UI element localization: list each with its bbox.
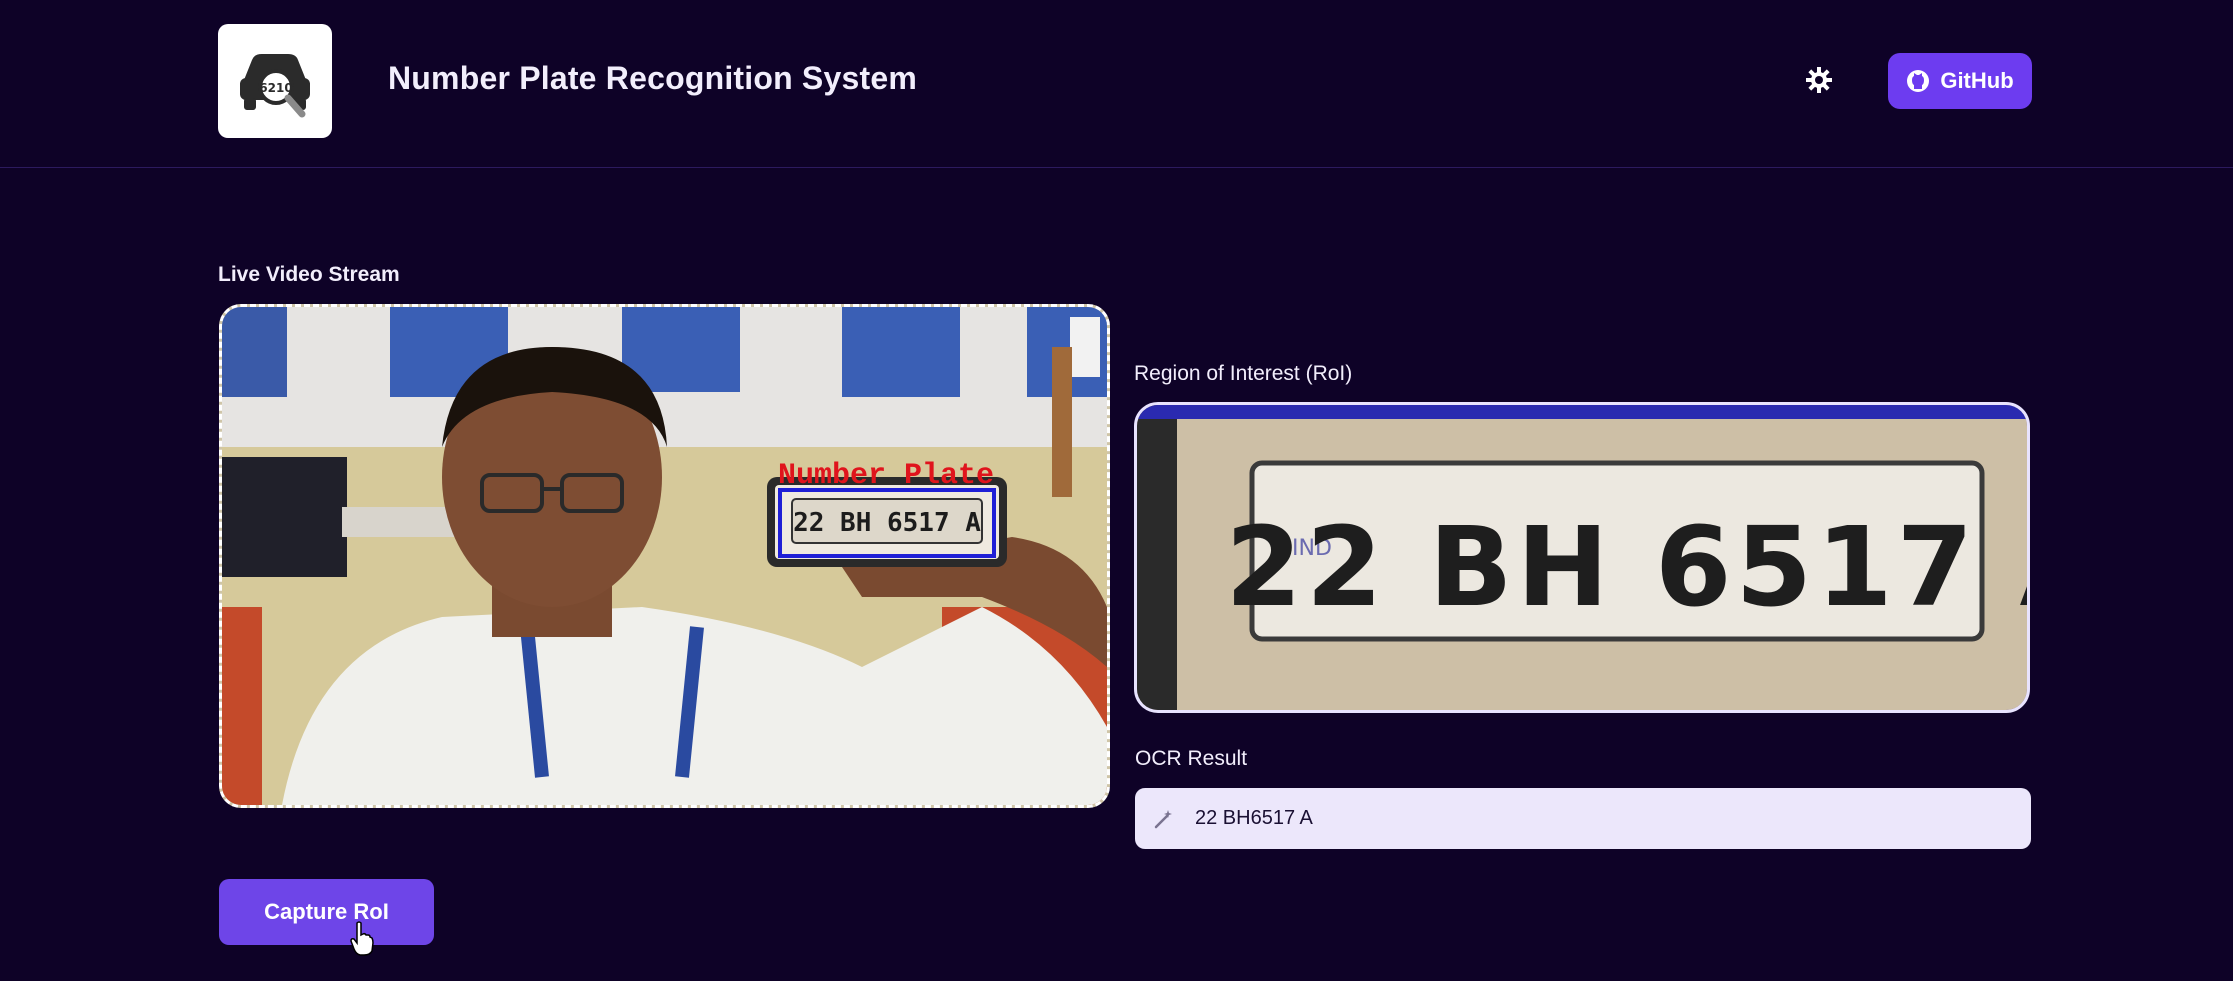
live-video-stream: 22 BH 6517 A Number Plate <box>219 304 1110 808</box>
capture-roi-button[interactable]: Capture RoI <box>219 879 434 945</box>
app-logo: 6210 <box>218 24 332 138</box>
ocr-label: OCR Result <box>1135 747 1248 770</box>
wand-icon <box>1154 809 1172 828</box>
car-plate-search-icon: 6210 <box>240 54 310 118</box>
theme-toggle-button[interactable] <box>1803 64 1835 96</box>
github-icon <box>1907 70 1930 92</box>
app-header: 6210 Number Plate Recognition System Git… <box>0 0 2233 168</box>
video-frame-image: 22 BH 6517 A Number Plate <box>222 307 1107 805</box>
ocr-result-field[interactable]: 22 BH6517 A <box>1135 788 2031 849</box>
roi-image: IND 22 BH 6517 A <box>1134 402 2030 713</box>
hand-cursor-icon <box>350 921 374 956</box>
roi-label: Region of Interest (RoI) <box>1134 362 1353 385</box>
svg-text:22 BH 6517 A: 22 BH 6517 A <box>793 508 981 538</box>
video-label: Live Video Stream <box>218 263 400 286</box>
svg-text:6210: 6210 <box>259 81 292 95</box>
github-label: GitHub <box>1940 68 2014 93</box>
github-button[interactable]: GitHub <box>1888 53 2032 109</box>
roi-plate-image: IND 22 BH 6517 A <box>1137 405 2027 710</box>
sun-gear-icon <box>1806 67 1832 93</box>
svg-text:22 BH 6517 A: 22 BH 6517 A <box>1225 503 2027 631</box>
ocr-result-value: 22 BH6517 A <box>1195 807 1313 829</box>
svg-text:Number Plate: Number Plate <box>778 459 994 493</box>
page-title: Number Plate Recognition System <box>388 60 917 96</box>
